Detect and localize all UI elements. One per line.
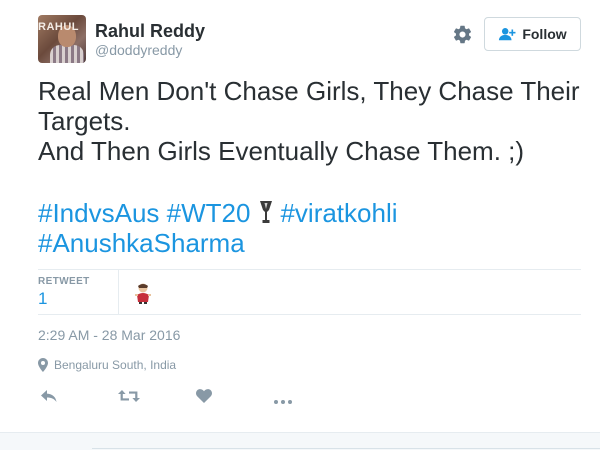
stat-separator <box>118 270 119 314</box>
footer-bar <box>0 432 600 450</box>
retweet-label: RETWEET <box>38 276 90 287</box>
tweet-actions <box>38 385 338 405</box>
divider <box>38 314 581 315</box>
gear-icon[interactable] <box>452 24 473 45</box>
tweet-text-line: Real Men Don't Chase Girls, They Chase T… <box>38 76 580 106</box>
hashtags: #IndvsAus #WT20 #viratkohli #AnushkaShar… <box>38 198 583 258</box>
avatar-shirt <box>50 45 84 63</box>
tweet-timestamp[interactable]: 2:29 AM - 28 Mar 2016 <box>38 327 180 343</box>
retweet-count[interactable]: 1 <box>38 289 47 309</box>
avatar[interactable]: RAHUL <box>38 15 86 63</box>
hashtag-link[interactable]: #IndvsAus <box>38 198 159 228</box>
tweet-card: RAHUL Rahul Reddy @doddyreddy Follow Rea… <box>0 0 600 432</box>
more-icon[interactable] <box>274 385 292 404</box>
hashtag-link[interactable]: #viratkohli <box>280 198 397 228</box>
tweet-text-line: And Then Girls Eventually Chase Them. ;) <box>38 136 525 166</box>
user-username[interactable]: @doddyreddy <box>95 42 182 58</box>
hashtag-link[interactable]: #AnushkaSharma <box>38 228 245 258</box>
like-icon[interactable] <box>196 385 212 403</box>
tweet-text: Real Men Don't Chase Girls, They Chase T… <box>38 76 583 166</box>
follow-label: Follow <box>522 26 567 42</box>
footer-divider <box>92 448 600 449</box>
avatar-text: RAHUL <box>38 21 79 33</box>
tweet-location[interactable]: Bengaluru South, India <box>38 358 176 372</box>
retweet-icon[interactable] <box>118 385 140 403</box>
follow-button[interactable]: Follow <box>484 17 581 51</box>
tweet-text-line: Targets. <box>38 106 131 136</box>
divider <box>38 269 581 270</box>
retweeter-avatar[interactable] <box>134 282 152 304</box>
reply-icon[interactable] <box>40 385 58 403</box>
hashtag-link[interactable]: #WT20 <box>167 198 251 228</box>
trophy-icon <box>260 201 273 223</box>
add-user-icon <box>499 28 516 41</box>
location-pin-icon <box>38 358 48 372</box>
user-fullname[interactable]: Rahul Reddy <box>95 21 205 42</box>
location-text: Bengaluru South, India <box>54 358 177 372</box>
